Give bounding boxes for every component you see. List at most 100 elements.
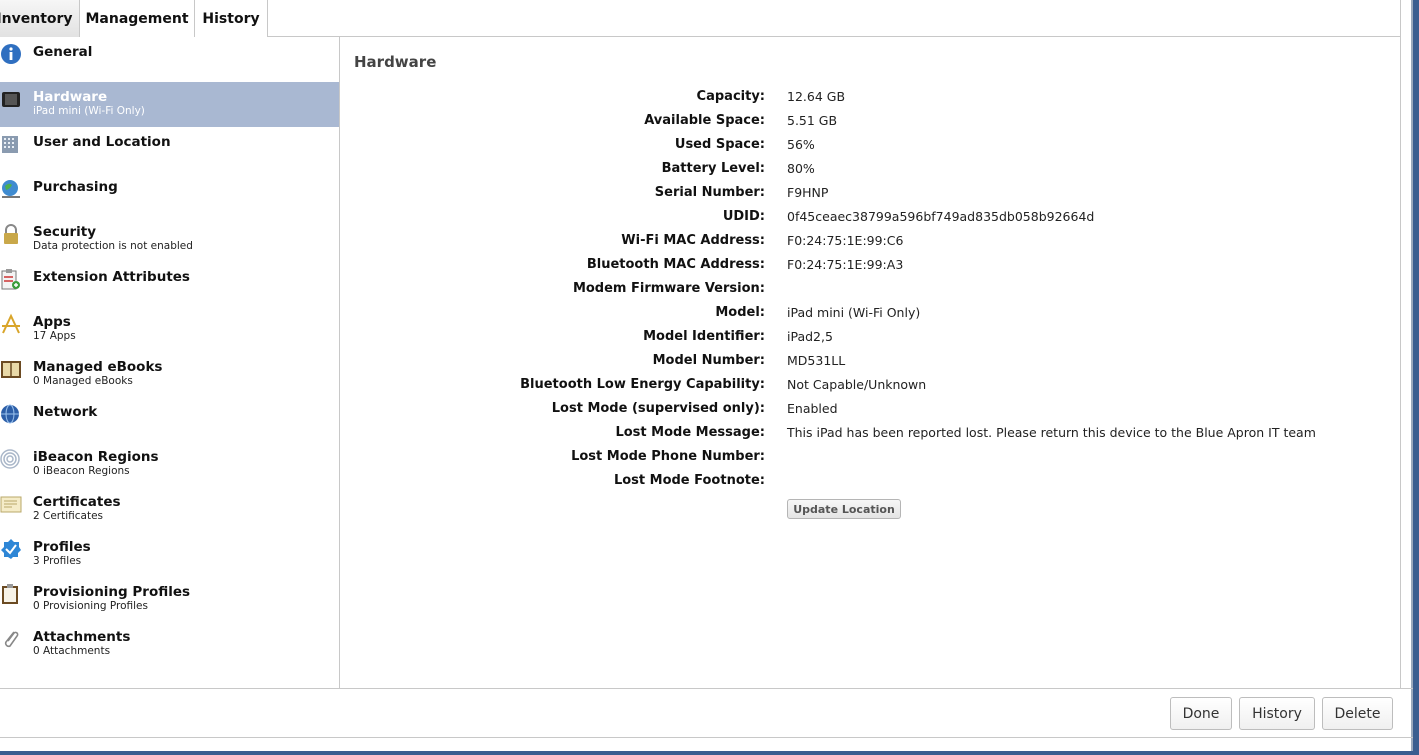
detail-value: iPad2,5 <box>787 329 833 344</box>
sidebar-item-hardware[interactable]: Hardware iPad mini (Wi-Fi Only) <box>0 82 339 127</box>
detail-row-ble-capability: Bluetooth Low Energy Capability: Not Cap… <box>341 374 1400 398</box>
sidebar-item-subtitle: 0 iBeacon Regions <box>33 465 130 477</box>
detail-label: Bluetooth MAC Address: <box>586 257 765 272</box>
detail-row-serial-number: Serial Number: F9HNP <box>341 182 1400 206</box>
detail-row-used-space: Used Space: 56% <box>341 134 1400 158</box>
sidebar-item-apps[interactable]: Apps 17 Apps <box>0 307 339 352</box>
detail-row-model: Model: iPad mini (Wi-Fi Only) <box>341 302 1400 326</box>
detail-value: This iPad has been reported lost. Please… <box>787 425 1316 440</box>
detail-value: 80% <box>787 161 815 176</box>
detail-row-modem-firmware: Modem Firmware Version: <box>341 278 1400 302</box>
sidebar-item-profiles[interactable]: Profiles 3 Profiles <box>0 532 339 577</box>
detail-value: Enabled <box>787 401 838 416</box>
detail-value: 56% <box>787 137 815 152</box>
detail-row-wifi-mac: Wi-Fi MAC Address: F0:24:75:1E:99:C6 <box>341 230 1400 254</box>
badge-check-icon <box>0 537 22 561</box>
detail-label: Lost Mode (supervised only): <box>551 401 765 416</box>
sidebar-item-subtitle: 2 Certificates <box>33 510 104 522</box>
detail-value: Not Capable/Unknown <box>787 377 927 392</box>
detail-label: Lost Mode Message: <box>615 425 765 440</box>
detail-value: 0f45ceaec38799a596bf749ad835db058b92664d <box>787 209 1095 224</box>
sidebar-item-title: Purchasing <box>33 179 118 195</box>
history-button[interactable]: History <box>1239 697 1315 730</box>
provisioning-icon <box>0 582 22 606</box>
sidebar-item-purchasing[interactable]: Purchasing <box>0 172 339 217</box>
detail-row-lost-mode-message: Lost Mode Message: This iPad has been re… <box>341 422 1400 446</box>
detail-value: F9HNP <box>787 185 829 200</box>
detail-value: 5.51 GB <box>787 113 838 128</box>
detail-row-battery-level: Battery Level: 80% <box>341 158 1400 182</box>
detail-row-lost-mode: Lost Mode (supervised only): Enabled <box>341 398 1400 422</box>
sidebar-item-certificates[interactable]: Certificates 2 Certificates <box>0 487 339 532</box>
update-location-button[interactable]: Update Location <box>787 499 901 519</box>
detail-label: Battery Level: <box>661 161 765 176</box>
delete-button[interactable]: Delete <box>1322 697 1393 730</box>
detail-label: Lost Mode Phone Number: <box>571 449 765 464</box>
detail-label: Available Space: <box>644 113 765 128</box>
sidebar-item-general[interactable]: General <box>0 37 339 82</box>
detail-value: 12.64 GB <box>787 89 846 104</box>
ipad-icon <box>0 87 22 111</box>
sidebar-item-extension-attributes[interactable]: Extension Attributes <box>0 262 339 307</box>
network-globe-icon <box>0 402 22 426</box>
detail-row-model-number: Model Number: MD531LL <box>341 350 1400 374</box>
sidebar-item-subtitle: 17 Apps <box>33 330 76 342</box>
detail-label: Model: <box>715 305 765 320</box>
beacon-icon <box>0 447 22 471</box>
detail-label: Bluetooth Low Energy Capability: <box>520 377 765 392</box>
footer-bar: Done History Delete <box>0 688 1413 738</box>
inventory-window: Inventory Management History General Har… <box>0 0 1413 751</box>
sidebar-item-title: Profiles <box>33 539 91 555</box>
detail-label: Serial Number: <box>654 185 765 200</box>
tab-management[interactable]: Management <box>80 0 195 37</box>
detail-row-udid: UDID: 0f45ceaec38799a596bf749ad835db058b… <box>341 206 1400 230</box>
book-icon <box>0 357 22 381</box>
sidebar-item-managed-ebooks[interactable]: Managed eBooks 0 Managed eBooks <box>0 352 339 397</box>
sidebar-item-title: Extension Attributes <box>33 269 190 285</box>
certificate-icon <box>0 492 22 516</box>
detail-label: Lost Mode Footnote: <box>613 473 765 488</box>
building-icon <box>0 132 22 156</box>
lock-icon <box>0 222 22 246</box>
sidebar-item-security[interactable]: Security Data protection is not enabled <box>0 217 339 262</box>
sidebar-item-title: Hardware <box>33 89 108 105</box>
detail-label: Capacity: <box>696 89 765 104</box>
tab-history[interactable]: History <box>195 0 268 37</box>
inventory-sidebar: General Hardware iPad mini (Wi-Fi Only) … <box>0 37 340 688</box>
app-store-icon <box>0 312 22 336</box>
sidebar-item-attachments[interactable]: Attachments 0 Attachments <box>0 622 339 667</box>
sidebar-item-title: iBeacon Regions <box>33 449 159 465</box>
detail-value: iPad mini (Wi-Fi Only) <box>787 305 921 320</box>
detail-label: Model Number: <box>652 353 765 368</box>
sidebar-item-title: User and Location <box>33 134 171 150</box>
info-icon <box>0 42 22 66</box>
sidebar-item-provisioning-profiles[interactable]: Provisioning Profiles 0 Provisioning Pro… <box>0 577 339 622</box>
detail-label: Modem Firmware Version: <box>572 281 765 296</box>
detail-row-available-space: Available Space: 5.51 GB <box>341 110 1400 134</box>
detail-label: Model Identifier: <box>643 329 765 344</box>
sidebar-item-network[interactable]: Network <box>0 397 339 442</box>
hardware-panel: Hardware Capacity: 12.64 GB Available Sp… <box>341 37 1401 688</box>
sidebar-item-title: Provisioning Profiles <box>33 584 191 600</box>
detail-label: UDID: <box>722 209 765 224</box>
sidebar-item-subtitle: 0 Provisioning Profiles <box>33 600 148 612</box>
detail-row-model-identifier: Model Identifier: iPad2,5 <box>341 326 1400 350</box>
detail-row-bluetooth-mac: Bluetooth MAC Address: F0:24:75:1E:99:A3 <box>341 254 1400 278</box>
paperclip-icon <box>0 627 22 651</box>
sidebar-item-title: Network <box>33 404 98 420</box>
tab-inventory[interactable]: Inventory <box>0 0 80 37</box>
sidebar-item-subtitle: 0 Managed eBooks <box>33 375 133 387</box>
detail-row-capacity: Capacity: 12.64 GB <box>341 86 1400 110</box>
done-button[interactable]: Done <box>1170 697 1232 730</box>
sidebar-item-subtitle: 0 Attachments <box>33 645 111 657</box>
sidebar-item-title: General <box>33 44 93 60</box>
globe-icon <box>0 177 22 201</box>
sidebar-item-ibeacon-regions[interactable]: iBeacon Regions 0 iBeacon Regions <box>0 442 339 487</box>
sidebar-item-subtitle: 3 Profiles <box>33 555 82 567</box>
sidebar-item-title: Certificates <box>33 494 121 510</box>
sidebar-item-user-and-location[interactable]: User and Location <box>0 127 339 172</box>
clipboard-add-icon <box>0 267 22 291</box>
detail-row-lost-mode-phone: Lost Mode Phone Number: <box>341 446 1400 470</box>
sidebar-item-subtitle: iPad mini (Wi-Fi Only) <box>33 105 145 117</box>
detail-label: Wi-Fi MAC Address: <box>621 233 765 248</box>
